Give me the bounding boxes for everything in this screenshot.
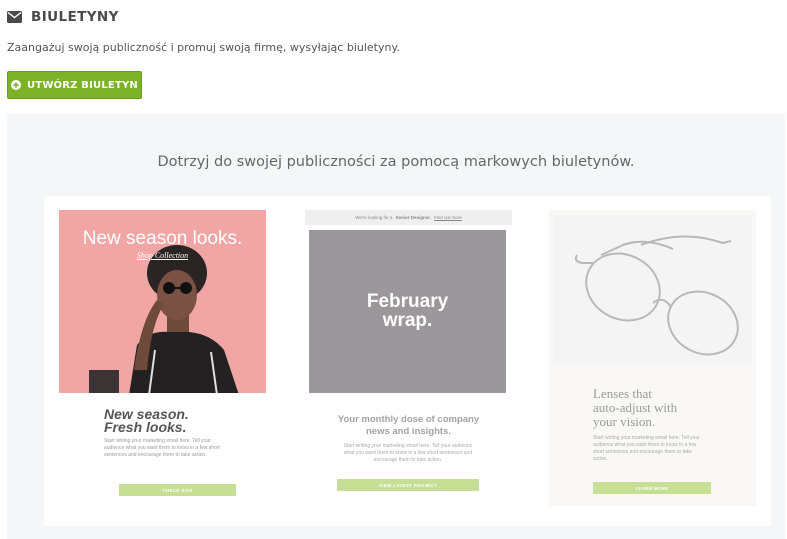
view-latest-project-button[interactable]: VIEW LATEST PROJECT [337,479,479,491]
learn-more-button[interactable]: LEARN MORE [593,482,711,494]
create-newsletter-label: UTWÓRZ BIULETYN [26,79,138,91]
find-out-more-link[interactable]: Find out more [434,215,462,220]
check-site-button[interactable]: CHECK SITE [119,484,236,496]
templates-panel: Dotrzyj do swojej publiczności za pomocą… [7,114,785,539]
company-news-heading-line1: Your monthly dose of company [337,414,480,425]
february-hero-title: February wrap. [309,292,506,330]
lenses-heading-line3: your vision. [593,414,656,429]
company-news-heading: Your monthly dose of company news and in… [305,414,512,438]
person-photo [89,245,239,393]
job-banner-role: Senior Designer. [395,215,432,220]
template-cards: New season looks. Shop Collection New se… [44,196,771,526]
fashion-hero-image: New season looks. Shop Collection [59,210,266,393]
create-newsletter-button[interactable]: UTWÓRZ BIULETYN [7,71,142,99]
job-banner-text: We're looking for a [355,215,393,220]
job-banner: We're looking for a Senior Designer. Fin… [305,210,512,225]
page-header: BIULETYNY [7,9,119,25]
fashion-heading: New season. Fresh looks. [104,407,264,435]
lenses-body-text: Start writing your marketing email here.… [593,435,700,462]
template-card-fashion[interactable]: New season looks. Shop Collection New se… [59,210,266,506]
company-news-body-text: Start writing your marketing email here.… [343,443,473,463]
template-card-company-news[interactable]: We're looking for a Senior Designer. Fin… [305,210,512,506]
fashion-heading-line2: Fresh looks. [104,419,187,435]
lenses-heading: Lenses that auto-adjust with your vision… [593,387,743,429]
glasses-hero-image [553,215,752,363]
company-news-heading-line2: news and insights. [366,426,451,437]
shop-collection-link[interactable]: Shop Collection [59,251,266,260]
february-hero: February wrap. [309,230,506,393]
lenses-heading-line2: auto-adjust with [593,400,678,415]
february-hero-line1: February [366,291,449,312]
february-hero-line2: wrap. [382,310,433,331]
envelope-icon [7,11,22,23]
template-card-lenses[interactable]: Lenses that auto-adjust with your vision… [549,210,756,506]
fashion-body-text: Start writing your marketing email here.… [104,438,220,458]
glasses-icon [574,235,739,356]
plus-circle-icon [10,80,21,90]
fashion-hero-title: New season looks. [82,228,243,249]
page-subtitle: Zaangażuj swoją publiczność i promuj swo… [7,41,400,54]
panel-title: Dotrzyj do swojej publiczności za pomocą… [157,154,635,170]
page-title: BIULETYNY [31,9,119,25]
lenses-heading-line1: Lenses that [593,386,652,401]
